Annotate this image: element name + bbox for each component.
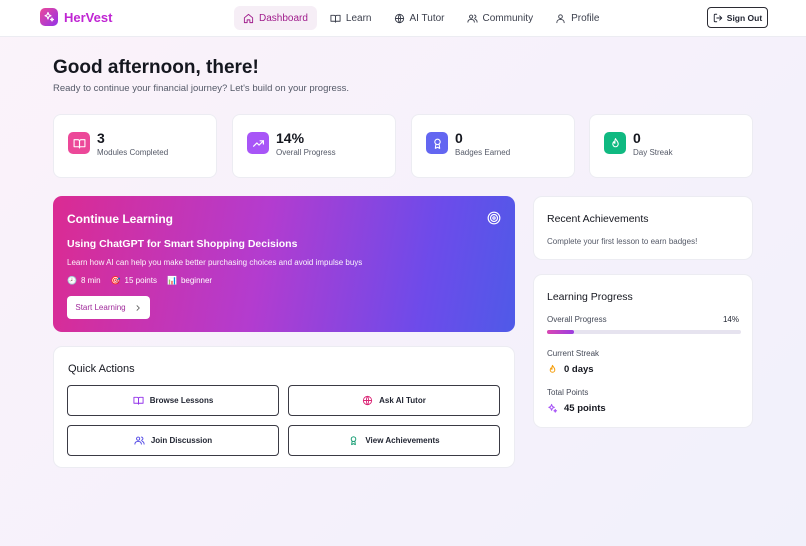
- join-discussion-button[interactable]: Join Discussion: [67, 425, 279, 456]
- progress-bar-fill: [547, 330, 575, 334]
- nav-label: Learn: [345, 12, 372, 24]
- target-icon: 🎯: [110, 275, 121, 285]
- flame-icon: [604, 132, 626, 154]
- current-streak-value: 0 days: [564, 364, 594, 375]
- button-label: Ask AI Tutor: [379, 396, 426, 405]
- ask-ai-tutor-button[interactable]: Ask AI Tutor: [288, 385, 500, 416]
- brand[interactable]: HerVest: [40, 8, 112, 26]
- brand-name: HerVest: [64, 9, 113, 25]
- current-streak-row: 0 days: [547, 364, 594, 375]
- lesson-meta: 🕗 8 min 🎯 15 points 📊 beginner: [67, 276, 212, 285]
- lesson-points: 🎯 15 points: [111, 276, 157, 285]
- book-icon: [330, 13, 341, 24]
- duration-text: 8 min: [80, 276, 101, 285]
- nav-label: Community: [482, 12, 534, 24]
- nav-label: AI Tutor: [409, 12, 445, 24]
- nav-ai-tutor[interactable]: AI Tutor: [385, 6, 454, 30]
- stat-label: Overall Progress: [276, 148, 336, 157]
- nav-label: Profile: [571, 12, 600, 24]
- sparkles-icon: [40, 8, 58, 26]
- button-label: Browse Lessons: [149, 396, 214, 405]
- continue-learning-title: Continue Learning: [67, 212, 173, 226]
- sparkles-icon: [547, 403, 558, 414]
- current-streak-label: Current Streak: [547, 349, 600, 358]
- learning-progress-title: Learning Progress: [547, 291, 633, 303]
- points-text: 15 points: [124, 276, 157, 285]
- lesson-duration: 🕗 8 min: [67, 276, 101, 285]
- quick-actions-card: Quick Actions Browse Lessons Ask AI Tuto…: [53, 346, 515, 468]
- users-icon: [466, 13, 478, 24]
- lesson-title: Using ChatGPT for Smart Shopping Decisio…: [67, 238, 298, 250]
- lesson-description: Learn how AI can help you make better pu…: [67, 258, 363, 267]
- page-title: Good afternoon, there!: [53, 57, 259, 78]
- book-icon: [133, 395, 144, 406]
- log-out-icon: [713, 13, 723, 23]
- total-points-row: 45 points: [547, 403, 606, 414]
- stat-value: 0: [455, 130, 463, 146]
- quick-actions-title: Quick Actions: [68, 363, 135, 375]
- book-icon: [68, 132, 90, 154]
- progress-bar: [547, 330, 741, 334]
- globe-icon: [394, 13, 405, 24]
- stat-label: Modules Completed: [97, 148, 169, 157]
- button-label: Join Discussion: [150, 436, 213, 445]
- total-points-value: 45 points: [564, 403, 606, 414]
- button-label: View Achievements: [365, 436, 440, 445]
- stat-label: Day Streak: [633, 148, 673, 157]
- main-nav: Dashboard Learn AI Tutor Community Profi…: [234, 6, 608, 30]
- stat-card-progress: 14% Overall Progress: [232, 114, 396, 178]
- page-subtitle: Ready to continue your financial journey…: [53, 83, 349, 94]
- overall-progress-label: Overall Progress: [547, 315, 607, 324]
- start-learning-label: Start Learning: [75, 303, 126, 312]
- nav-community[interactable]: Community: [458, 6, 543, 30]
- sign-out-label: Sign Out: [726, 12, 763, 23]
- chevron-right-icon: [134, 304, 142, 312]
- recent-achievements-card: Recent Achievements Complete your first …: [533, 196, 753, 260]
- recent-achievements-title: Recent Achievements: [547, 213, 649, 225]
- users-icon: [134, 435, 145, 446]
- nav-label: Dashboard: [259, 12, 308, 24]
- stat-card-badges: 0 Badges Earned: [411, 114, 575, 178]
- stat-value: 0: [633, 130, 641, 146]
- flame-icon: [547, 364, 558, 375]
- learning-progress-card: Learning Progress Overall Progress 14% C…: [533, 274, 753, 428]
- start-learning-button[interactable]: Start Learning: [67, 296, 150, 319]
- stat-label: Badges Earned: [455, 148, 511, 157]
- stat-value: 14%: [276, 130, 305, 146]
- stat-card-modules: 3 Modules Completed: [53, 114, 217, 178]
- nav-profile[interactable]: Profile: [546, 6, 608, 30]
- level-text: beginner: [180, 276, 213, 285]
- total-points-label: Total Points: [547, 388, 589, 397]
- view-achievements-button[interactable]: View Achievements: [288, 425, 500, 456]
- overall-progress-percent: 14%: [722, 315, 739, 324]
- top-nav-bar: HerVest Dashboard Learn AI Tutor Communi…: [0, 0, 806, 37]
- recent-achievements-empty: Complete your first lesson to earn badge…: [547, 237, 698, 246]
- award-icon: [426, 132, 448, 154]
- award-icon: [348, 435, 359, 446]
- trending-up-icon: [247, 132, 269, 154]
- stat-value: 3: [97, 130, 105, 146]
- home-icon: [243, 13, 254, 24]
- globe-icon: [362, 395, 373, 406]
- user-icon: [555, 13, 566, 24]
- clock-icon: 🕗: [67, 275, 77, 285]
- sign-out-button[interactable]: Sign Out: [707, 7, 768, 28]
- nav-learn[interactable]: Learn: [321, 6, 381, 30]
- nav-dashboard[interactable]: Dashboard: [234, 6, 317, 30]
- stat-card-streak: 0 Day Streak: [589, 114, 753, 178]
- lesson-level: 📊 beginner: [167, 276, 212, 285]
- continue-learning-card: Continue Learning Using ChatGPT for Smar…: [53, 196, 515, 332]
- target-icon: [487, 211, 501, 225]
- chart-icon: 📊: [166, 275, 177, 285]
- browse-lessons-button[interactable]: Browse Lessons: [67, 385, 279, 416]
